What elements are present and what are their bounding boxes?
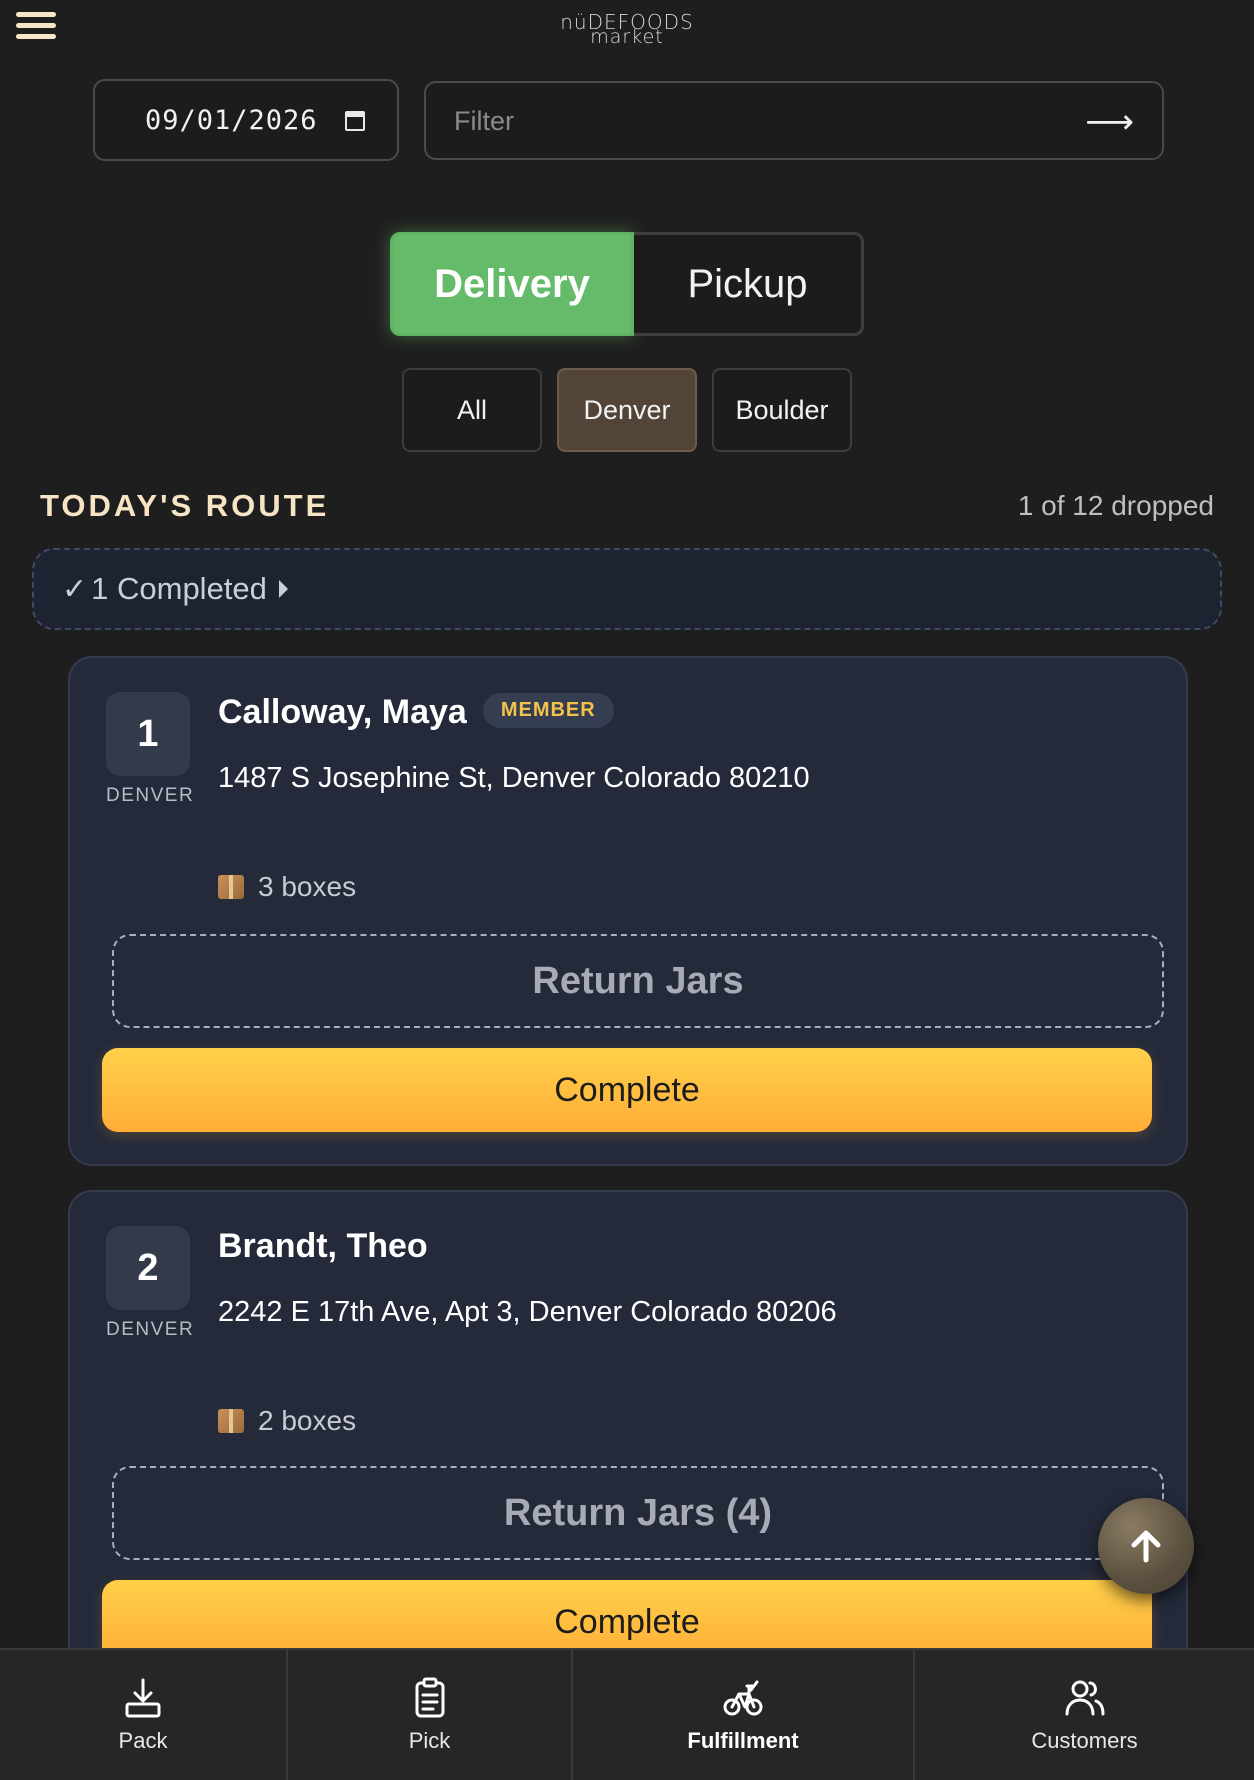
package-icon <box>218 1409 244 1433</box>
checkmark-icon: ✓ <box>62 572 88 606</box>
stop-number: 2 <box>106 1226 190 1310</box>
nav-fulfillment[interactable]: Fulfillment <box>573 1650 915 1780</box>
return-jars-button[interactable]: Return Jars <box>112 934 1164 1028</box>
caret-right-icon <box>278 580 288 598</box>
completed-label: 1 Completed <box>91 571 267 606</box>
clipboard-icon <box>415 1677 444 1718</box>
route-title: TODAY'S ROUTE <box>40 488 330 523</box>
customer-address: 1487 S Josephine St, Denver Colorado 802… <box>218 762 810 794</box>
pack-download-icon <box>125 1678 161 1718</box>
box-count-label: 3 boxes <box>258 871 357 902</box>
brand-logo: nüDEFOODS market <box>520 12 734 48</box>
region-boulder-button[interactable]: Boulder <box>712 368 852 452</box>
stop-city: DENVER <box>106 1319 195 1340</box>
calendar-icon[interactable] <box>345 111 365 131</box>
pickup-tab[interactable]: Pickup <box>634 232 864 336</box>
bottom-nav: Pack Pick Fulfillment Customers <box>0 1648 1254 1780</box>
stop-city: DENVER <box>106 785 195 806</box>
customer-address: 2242 E 17th Ave, Apt 3, Denver Colorado … <box>218 1296 837 1328</box>
region-denver-button[interactable]: Denver <box>557 368 697 452</box>
nav-pack[interactable]: Pack <box>0 1650 288 1780</box>
arrow-right-icon[interactable]: ⟶ <box>1085 105 1134 139</box>
box-count: 2 boxes <box>218 1405 356 1437</box>
bicycle-icon <box>723 1680 763 1716</box>
box-count: 3 boxes <box>218 871 356 903</box>
nav-customers[interactable]: Customers <box>915 1650 1254 1780</box>
date-picker[interactable]: 09/01/2026 <box>93 79 399 161</box>
dropped-status: 1 of 12 dropped <box>1017 490 1214 521</box>
filter-field: ⟶ <box>424 81 1164 160</box>
completed-toggle[interactable]: ✓ 1 Completed <box>32 548 1222 630</box>
customer-name: Calloway, Maya <box>218 693 467 731</box>
customer-name-row: Calloway, Maya MEMBER <box>218 692 614 732</box>
nav-pick[interactable]: Pick <box>288 1650 573 1780</box>
nav-label: Pack <box>118 1728 168 1753</box>
users-icon <box>1065 1680 1104 1716</box>
return-jars-button[interactable]: Return Jars (4) <box>112 1466 1164 1560</box>
logo-bottom-text: market <box>590 26 664 48</box>
arrow-up-icon <box>1131 1530 1161 1563</box>
scroll-top-button[interactable] <box>1098 1498 1194 1594</box>
nav-label: Customers <box>1031 1728 1138 1753</box>
member-badge: MEMBER <box>482 692 614 728</box>
customer-name: Brandt, Theo <box>218 1227 428 1265</box>
stop-number: 1 <box>106 692 190 776</box>
mode-toggle: Delivery Pickup <box>390 232 864 336</box>
date-value: 09/01/2026 <box>145 104 318 136</box>
region-filter: All Denver Boulder <box>402 368 852 452</box>
filter-input[interactable] <box>454 101 1054 141</box>
stop-card: 1 DENVER Calloway, Maya MEMBER 1487 S Jos… <box>68 656 1188 1166</box>
stop-card: 2 DENVER Brandt, Theo 2242 E 17th Ave, A… <box>68 1190 1188 1670</box>
region-all-button[interactable]: All <box>402 368 542 452</box>
delivery-tab[interactable]: Delivery <box>390 232 634 336</box>
app-header: nüDEFOODS market <box>0 0 1254 60</box>
nav-label: Pick <box>408 1728 451 1753</box>
package-icon <box>218 875 244 899</box>
complete-button[interactable]: Complete <box>102 1048 1152 1132</box>
nav-label: Fulfillment <box>687 1728 799 1753</box>
menu-icon[interactable] <box>16 12 56 44</box>
box-count-label: 2 boxes <box>258 1405 357 1436</box>
